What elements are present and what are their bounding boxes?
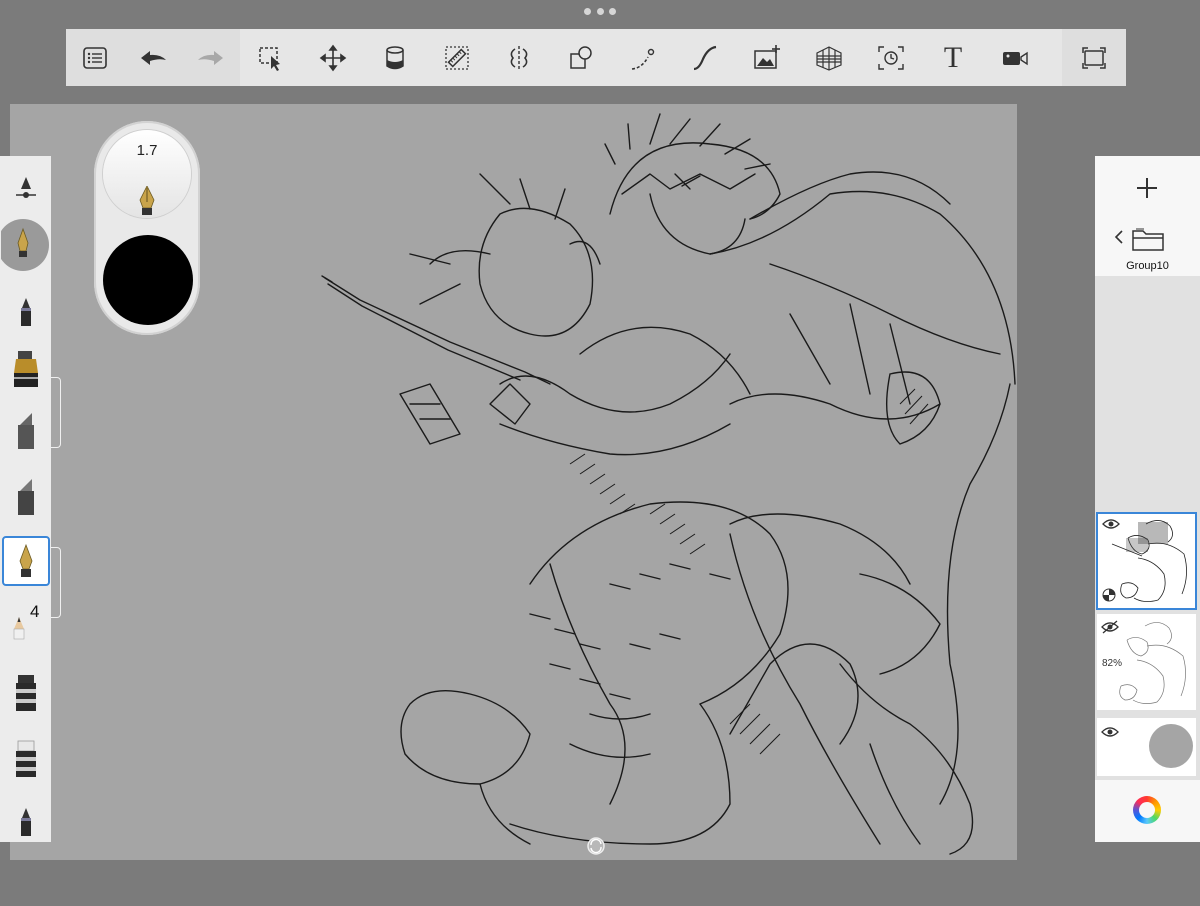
brush-group-bracket (51, 547, 61, 618)
list-icon[interactable] (66, 29, 124, 86)
text-icon-glyph: T (943, 40, 963, 74)
eye-icon[interactable] (1102, 518, 1120, 530)
fullscreen-icon[interactable] (1063, 29, 1125, 86)
perspective-grid-icon[interactable] (798, 29, 860, 86)
layer-thumbnail-1[interactable] (1096, 512, 1197, 610)
brush-settings-icon[interactable] (0, 168, 51, 208)
layer-opacity-label: 82% (1102, 658, 1123, 669)
layer-group-name[interactable]: Group10 (1095, 260, 1200, 272)
background-color-swatch[interactable] (1149, 724, 1193, 768)
ruler-icon[interactable] (426, 29, 488, 86)
undo-icon[interactable] (124, 29, 182, 86)
selection-icon[interactable] (240, 29, 302, 86)
layer-thumbnail-2[interactable]: 82% (1097, 614, 1196, 710)
airbrush-icon[interactable] (0, 346, 51, 392)
stroke-icon[interactable] (612, 29, 674, 86)
brush-badge-number: 4 (30, 602, 40, 621)
eraser-brush-icon[interactable] (0, 736, 51, 782)
color-editor-area (1095, 780, 1200, 842)
pencil-brush-icon[interactable] (0, 608, 51, 648)
color-wheel-icon[interactable] (1133, 796, 1161, 824)
marker-brush-icon[interactable] (0, 292, 51, 332)
layer-panel-gap (1095, 276, 1200, 506)
add-layer-icon[interactable] (1131, 172, 1163, 204)
video-icon[interactable] (984, 29, 1046, 86)
layer-thumbnail-background[interactable] (1097, 718, 1196, 776)
shapes-icon[interactable] (550, 29, 612, 86)
layer-editor-header: Group10 (1095, 156, 1200, 276)
timelapse-icon[interactable] (860, 29, 922, 86)
move-icon[interactable] (302, 29, 364, 86)
text-icon[interactable]: T (922, 29, 984, 86)
brush-color-puck[interactable] (103, 235, 193, 325)
redo-icon[interactable] (182, 29, 240, 86)
brush-puck[interactable]: 1.7 (94, 121, 200, 335)
brush-palette (0, 156, 51, 842)
fine-marker-icon[interactable] (0, 802, 51, 842)
window-handle-dots[interactable] (584, 6, 616, 16)
eye-hidden-icon[interactable] (1101, 620, 1119, 634)
selected-brush-frame (1, 536, 50, 586)
nib-pen-selected-icon[interactable] (0, 536, 51, 586)
eye-icon[interactable] (1101, 726, 1119, 738)
bucket-icon[interactable] (364, 29, 426, 86)
folder-icon[interactable] (1131, 226, 1167, 254)
rotate-handle-icon (587, 837, 605, 855)
paint-brush-icon[interactable] (0, 670, 51, 716)
layer-list: 82% (1095, 506, 1200, 780)
brush-group-bracket (51, 377, 61, 448)
brush-size-value: 1.7 (136, 142, 158, 159)
chevron-left-icon[interactable] (1113, 228, 1125, 246)
brush-size-puck[interactable]: 1.7 (103, 130, 191, 218)
current-brush-icon[interactable] (0, 216, 51, 274)
main-toolbar: T (66, 29, 1126, 86)
symmetry-icon[interactable] (488, 29, 550, 86)
chisel-marker-icon[interactable] (0, 408, 51, 454)
nib-pen-icon (139, 186, 155, 215)
flat-marker-icon[interactable] (0, 474, 51, 520)
curve-icon[interactable] (674, 29, 736, 86)
image-add-icon[interactable] (736, 29, 798, 86)
blend-mode-icon[interactable] (1102, 588, 1116, 602)
